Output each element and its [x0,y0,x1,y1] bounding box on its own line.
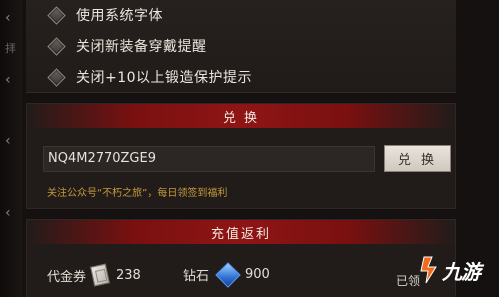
option-system-font[interactable]: 使用系统字体 [47,4,163,26]
option-equip-reminder[interactable]: 关闭新装备穿戴提醒 [47,35,207,57]
redeem-header: 兑 换 [27,104,455,128]
diamond-count: 900 [245,267,270,282]
watermark-text: 九游 [442,259,481,284]
recharge-panel: 充值返利 代金券 238 钻石 900 [26,219,456,297]
jiuyou-watermark: 九游 [418,255,481,285]
recharge-title: 充值返利 [210,226,271,242]
diamond-label: 钻石 [183,269,210,284]
chevron-left-icon[interactable]: ‹ [5,10,11,26]
redeem-button[interactable]: 兑 换 [384,145,451,172]
redeem-code-input[interactable]: NQ4M2770ZGE9 [43,146,375,172]
diamond-resource: 钻石 900 [183,261,270,288]
redeem-hint: 关注公众号“不朽之旅”，每日领签到福利 [47,188,228,199]
voucher-label: 代金券 [47,269,87,285]
option-label: 关闭+10以上锻造保护提示 [76,70,253,86]
jiuyou-logo-icon [420,256,437,284]
diamond-checkbox-icon[interactable] [47,5,66,25]
diamond-checkbox-icon[interactable] [47,36,66,56]
option-forge-protection[interactable]: 关闭+10以上锻造保护提示 [47,66,253,88]
chevron-left-icon[interactable]: ‹ [5,72,11,88]
rail-tab-glyph[interactable]: 拝 [5,40,16,56]
gem-icon [215,261,241,288]
recharge-header: 充值返利 [27,220,455,244]
settings-panel: 使用系统字体 关闭新装备穿戴提醒 关闭+10以上锻造保护提示 [26,0,456,93]
chevron-left-icon[interactable]: ‹ [5,205,11,221]
voucher-count: 238 [116,267,141,283]
claimed-status: 已领 [396,274,421,288]
redeem-title: 兑 换 [222,110,260,126]
diamond-checkbox-icon[interactable] [47,67,66,87]
chevron-left-icon[interactable]: ‹ [5,133,11,149]
option-label: 关闭新装备穿戴提醒 [76,39,207,55]
option-label: 使用系统字体 [76,8,163,24]
left-side-rail: ‹ 拝 ‹ ‹ ‹ [0,0,22,297]
voucher-icon [90,263,110,287]
redeem-panel: 兑 换 NQ4M2770ZGE9 兑 换 关注公众号“不朽之旅”，每日领签到福利 [26,103,456,209]
voucher-resource: 代金券 238 [47,263,141,287]
